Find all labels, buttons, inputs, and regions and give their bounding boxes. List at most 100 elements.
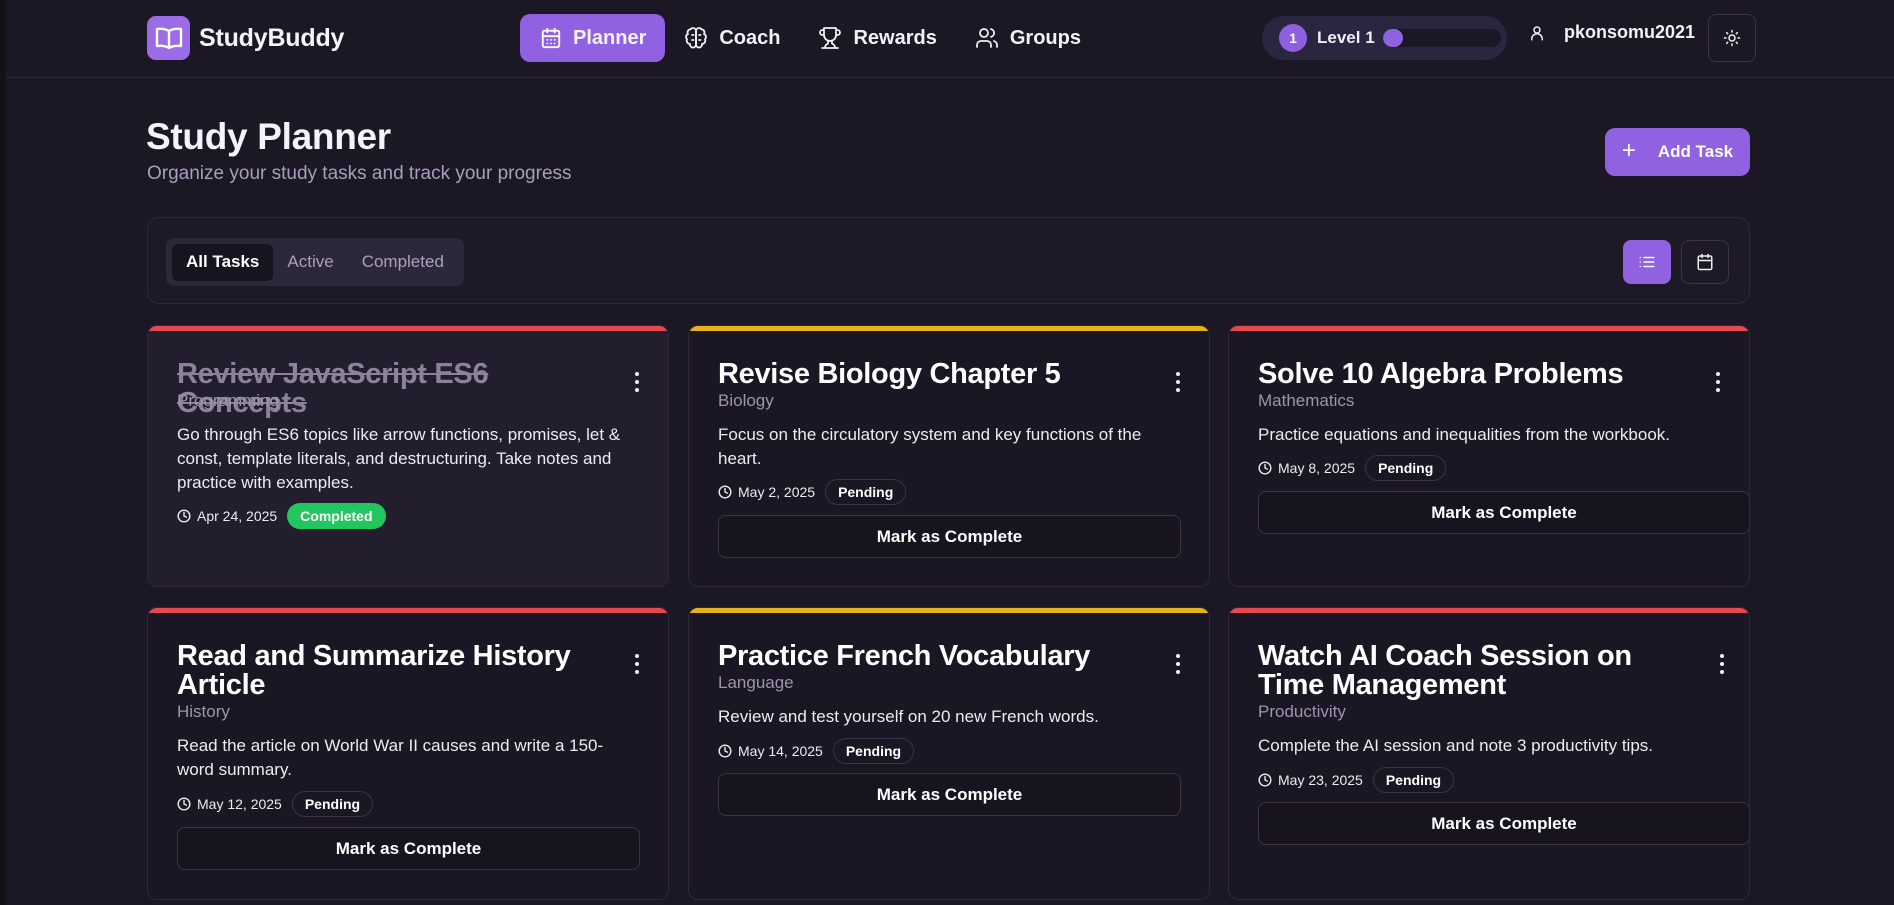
status-badge: Pending — [832, 738, 915, 764]
task-category: Language — [718, 673, 794, 692]
clock-icon — [1258, 773, 1272, 787]
mark-complete-button[interactable]: Mark as Complete — [718, 773, 1181, 816]
add-task-button[interactable]: + Add Task — [1605, 128, 1750, 176]
clock-icon — [1258, 461, 1272, 475]
book-open-icon — [147, 16, 190, 60]
mark-complete-button[interactable]: Mark as Complete — [177, 827, 640, 870]
task-title: Revise Biology Chapter 5 — [718, 358, 1061, 390]
mark-complete-button[interactable]: Mark as Complete — [1258, 802, 1749, 845]
brain-icon — [685, 27, 708, 49]
status-badge: Pending — [291, 791, 374, 817]
more-options-icon[interactable] — [1172, 654, 1184, 674]
task-description: Practice equations and inequalities from… — [1258, 425, 1671, 444]
task-meta: Apr 24, 2025 Completed — [177, 503, 386, 529]
task-card: Practice French Vocabulary Language Revi… — [688, 607, 1210, 900]
more-options-icon[interactable] — [631, 372, 643, 392]
task-date: May 2, 2025 — [738, 484, 816, 500]
sun-icon — [1723, 29, 1741, 47]
task-category: Biology — [718, 391, 774, 410]
task-date: May 23, 2025 — [1278, 772, 1363, 788]
list-view-button[interactable] — [1623, 240, 1671, 284]
task-description: Focus on the circulatory system and key … — [718, 425, 1142, 468]
task-card: Read and Summarize History Article Histo… — [147, 607, 669, 900]
user-icon — [1531, 25, 1543, 40]
task-card: Watch AI Coach Session on Time Managemen… — [1228, 607, 1750, 900]
main-nav: Planner Coach Rewards Groups — [520, 14, 1100, 62]
task-description: Read the article on World War II causes … — [177, 736, 604, 779]
task-meta: May 12, 2025 Pending — [177, 791, 374, 817]
task-filter-tabs: All Tasks Active Completed — [166, 238, 464, 286]
calendar-icon — [541, 27, 561, 49]
page-subtitle: Organize your study tasks and track your… — [147, 163, 572, 184]
task-date: May 12, 2025 — [197, 796, 282, 812]
priority-bar — [689, 326, 1209, 331]
nav-item-label: Groups — [1009, 26, 1081, 49]
nav-item-planner[interactable]: Planner — [520, 14, 666, 62]
more-options-icon[interactable] — [1716, 654, 1728, 674]
top-navbar: StudyBuddy Planner Coach Rewards Groups … — [6, 0, 1894, 78]
priority-bar — [1229, 326, 1749, 331]
calendar-view-button[interactable] — [1681, 240, 1729, 284]
task-title: Watch AI Coach Session on Time Managemen… — [1258, 640, 1632, 701]
brand-link[interactable]: StudyBuddy — [147, 16, 344, 60]
mark-complete-button[interactable]: Mark as Complete — [1258, 491, 1749, 534]
level-label: Level 1 — [1317, 28, 1375, 47]
task-meta: May 14, 2025 Pending — [718, 738, 915, 764]
task-card: Review JavaScript ES6 Concepts Programmi… — [147, 325, 669, 587]
status-badge: Pending — [825, 479, 907, 505]
priority-bar — [148, 326, 668, 331]
add-task-label: Add Task — [1657, 142, 1734, 161]
xp-progress-fill — [1382, 29, 1403, 47]
list-icon — [1639, 256, 1655, 268]
status-badge: Pending — [1365, 455, 1447, 481]
task-meta: May 8, 2025 Pending — [1258, 455, 1447, 481]
task-description: Go through ES6 topics like arrow functio… — [177, 425, 621, 492]
clock-icon — [718, 485, 732, 499]
calendar-icon — [1697, 253, 1713, 271]
task-date: May 14, 2025 — [738, 743, 823, 759]
task-date: Apr 24, 2025 — [197, 508, 278, 524]
more-options-icon[interactable] — [631, 654, 643, 674]
task-category: Programming — [177, 391, 280, 410]
clock-icon — [718, 744, 732, 758]
window-edge — [0, 0, 6, 905]
user-menu[interactable]: pkonsomu2021 — [1528, 22, 1695, 43]
username: pkonsomu2021 — [1564, 22, 1696, 42]
status-badge: Pending — [1372, 767, 1455, 793]
nav-item-label: Planner — [573, 26, 647, 49]
nav-item-groups[interactable]: Groups — [956, 14, 1100, 62]
level-indicator[interactable]: 1 Level 1 — [1262, 16, 1507, 60]
xp-progress-bar — [1382, 29, 1501, 47]
nav-item-coach[interactable]: Coach — [665, 14, 799, 62]
task-meta: May 2, 2025 Pending — [718, 479, 907, 505]
task-description: Complete the AI session and note 3 produ… — [1258, 736, 1654, 755]
tab-all-tasks[interactable]: All Tasks — [172, 243, 274, 281]
mark-complete-button[interactable]: Mark as Complete — [718, 515, 1181, 558]
status-badge: Completed — [287, 503, 386, 529]
level-number-badge: 1 — [1279, 24, 1307, 52]
more-options-icon[interactable] — [1172, 372, 1184, 392]
trophy-icon — [819, 27, 842, 49]
task-category: Mathematics — [1258, 391, 1355, 410]
tab-active[interactable]: Active — [273, 244, 347, 281]
tab-completed[interactable]: Completed — [348, 244, 458, 281]
filter-bar: All Tasks Active Completed — [147, 217, 1750, 304]
users-icon — [975, 28, 998, 48]
task-meta: May 23, 2025 Pending — [1258, 767, 1455, 793]
plus-icon: + — [1621, 136, 1636, 164]
clock-icon — [177, 509, 191, 523]
nav-item-label: Coach — [719, 26, 781, 49]
page-title: Study Planner — [146, 116, 391, 157]
priority-bar — [689, 608, 1209, 613]
task-card: Revise Biology Chapter 5 Biology Focus o… — [688, 325, 1210, 587]
more-options-icon[interactable] — [1712, 372, 1724, 392]
task-date: May 8, 2025 — [1278, 460, 1356, 476]
task-description: Review and test yourself on 20 new Frenc… — [718, 707, 1099, 726]
task-category: History — [177, 702, 230, 721]
app-name: StudyBuddy — [199, 23, 345, 52]
nav-item-rewards[interactable]: Rewards — [799, 14, 955, 62]
task-title: Practice French Vocabulary — [718, 640, 1091, 672]
theme-toggle-button[interactable] — [1708, 14, 1756, 62]
task-card: Solve 10 Algebra Problems Mathematics Pr… — [1228, 325, 1750, 587]
priority-bar — [148, 608, 668, 613]
